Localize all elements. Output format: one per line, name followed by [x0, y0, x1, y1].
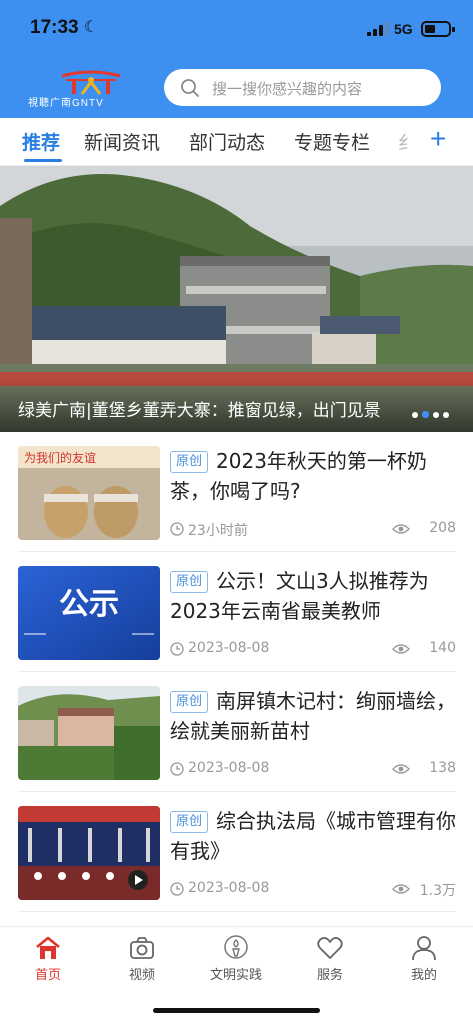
nav-service[interactable]: 服务: [290, 935, 370, 983]
tab-news[interactable]: 新闻资讯: [84, 128, 160, 155]
tab-overflow-hint[interactable]: 纟: [398, 128, 412, 156]
news-item[interactable]: 原创 南屏镇木记村：绚丽墙绘，绘就美丽新苗村 2023-08-08 138: [18, 672, 456, 792]
eye-icon: [392, 644, 410, 654]
news-time: 2023-08-08: [188, 880, 270, 896]
news-meta: 2023-08-08 1.3万: [170, 880, 456, 900]
news-thumbnail: 为我们的友谊: [18, 446, 160, 540]
nav-label: 视频: [128, 968, 155, 983]
banner-title[interactable]: 绿美广南|董堡乡董弄大寨：推窗见绿，出门见景: [18, 396, 403, 421]
category-tabs: 推荐 新闻资讯 部门动态 专题专栏 纟 +: [0, 118, 473, 166]
status-bar: 17:33 ☾ 5G: [0, 0, 473, 58]
eye-icon: [392, 764, 410, 774]
news-time: 2023-08-08: [188, 640, 270, 656]
news-title: 原创 南屏镇木记村：绚丽墙绘，绘就美丽新苗村: [170, 686, 456, 746]
active-tab-indicator: [24, 159, 62, 162]
nav-civilization[interactable]: 文明实践: [196, 935, 276, 983]
news-body: 原创 南屏镇木记村：绚丽墙绘，绘就美丽新苗村: [170, 686, 456, 746]
eye-icon: [392, 524, 410, 534]
nav-label: 我的: [410, 968, 437, 983]
news-body: 原创 2023年秋天的第一杯奶茶，你喝了吗?: [170, 446, 456, 506]
logo-mark-icon: [61, 70, 121, 95]
news-time: 2023-08-08: [188, 760, 270, 776]
news-title: 原创 综合执法局《城市管理有你有我》: [170, 806, 456, 866]
original-badge: 原创: [170, 451, 209, 473]
nav-mine[interactable]: 我的: [384, 935, 464, 983]
search-icon: [181, 79, 199, 97]
search-bar[interactable]: 搜一搜你感兴趣的内容: [164, 69, 441, 106]
thumb-text: 公示: [59, 587, 119, 622]
banner-carousel[interactable]: 绿美广南|董堡乡董弄大寨：推窗见绿，出门见景: [0, 166, 473, 432]
original-badge: 原创: [170, 691, 209, 713]
clock-icon: [170, 762, 184, 776]
camera-icon: [130, 937, 154, 959]
app-logo[interactable]: 視聽广南GNTV: [28, 70, 152, 109]
thumb-text: 为我们的友谊: [24, 450, 96, 465]
news-views: 140: [429, 640, 456, 656]
nav-label: 文明实践: [209, 968, 262, 983]
news-meta: 23小时前 208: [170, 520, 456, 540]
nav-label: 服务: [316, 968, 343, 983]
news-thumbnail: 公示: [18, 566, 160, 660]
clock-icon: [170, 522, 184, 536]
news-item[interactable]: 公示 原创 公示！文山3人拟推荐为2023年云南省最美教师 2023-08-08 …: [18, 552, 456, 672]
add-tab-icon[interactable]: +: [430, 123, 446, 155]
news-meta: 2023-08-08 138: [170, 760, 456, 780]
carousel-dot-active[interactable]: [422, 411, 429, 418]
news-meta: 2023-08-08 140: [170, 640, 456, 660]
news-thumbnail: [18, 686, 160, 780]
tab-department[interactable]: 部门动态: [189, 128, 265, 155]
news-time: 23小时前: [188, 523, 248, 539]
clock-icon: [170, 642, 184, 656]
news-title: 原创 公示！文山3人拟推荐为2023年云南省最美教师: [170, 566, 456, 626]
news-views: 208: [429, 520, 456, 536]
nav-home[interactable]: 首页: [8, 935, 88, 983]
status-time: 17:33: [30, 17, 79, 38]
news-views: 1.3万: [419, 883, 456, 899]
news-title-text: 南屏镇木记村：绚丽墙绘，绘就美丽新苗村: [170, 689, 456, 743]
news-body: 原创 公示！文山3人拟推荐为2023年云南省最美教师: [170, 566, 456, 626]
moon-icon: ☾: [84, 17, 99, 36]
carousel-dot[interactable]: [443, 411, 449, 418]
carousel-dot[interactable]: [412, 411, 418, 418]
news-views: 138: [429, 760, 456, 776]
battery-icon: [421, 21, 455, 37]
news-title: 原创 2023年秋天的第一杯奶茶，你喝了吗?: [170, 446, 456, 506]
heart-icon: [317, 937, 343, 959]
news-item[interactable]: 为我们的友谊 原创 2023年秋天的第一杯奶茶，你喝了吗? 23小时前 208: [18, 432, 456, 552]
logo-text: 視聽广南GNTV: [28, 98, 104, 109]
carousel-dots: [412, 404, 456, 418]
carousel-dot[interactable]: [433, 411, 439, 418]
tab-recommend[interactable]: 推荐: [22, 128, 60, 155]
user-icon: [412, 936, 436, 961]
eye-icon: [392, 884, 410, 894]
home-indicator[interactable]: [153, 1008, 320, 1013]
news-thumbnail: [18, 806, 160, 900]
app-header: 17:33 ☾ 5G 視聽广南GNTV 搜一搜你感兴趣的内容: [0, 0, 473, 118]
home-icon: [36, 936, 60, 959]
news-item[interactable]: 原创 综合执法局《城市管理有你有我》 2023-08-08 1.3万: [18, 792, 456, 912]
network-type: 5G: [394, 21, 413, 37]
clock-icon: [170, 882, 184, 896]
signal-icon: [367, 22, 389, 36]
news-title-text: 2023年秋天的第一杯奶茶，你喝了吗?: [170, 449, 427, 503]
tab-special[interactable]: 专题专栏: [294, 128, 370, 155]
nav-label: 首页: [34, 968, 61, 983]
news-body: 原创 综合执法局《城市管理有你有我》: [170, 806, 456, 866]
search-placeholder: 搜一搜你感兴趣的内容: [212, 80, 363, 98]
news-title-text: 公示！文山3人拟推荐为2023年云南省最美教师: [170, 569, 429, 623]
nav-video[interactable]: 视频: [102, 935, 182, 983]
original-badge: 原创: [170, 571, 209, 593]
news-title-text: 综合执法局《城市管理有你有我》: [170, 809, 456, 863]
torch-icon: [224, 935, 248, 959]
original-badge: 原创: [170, 811, 209, 833]
